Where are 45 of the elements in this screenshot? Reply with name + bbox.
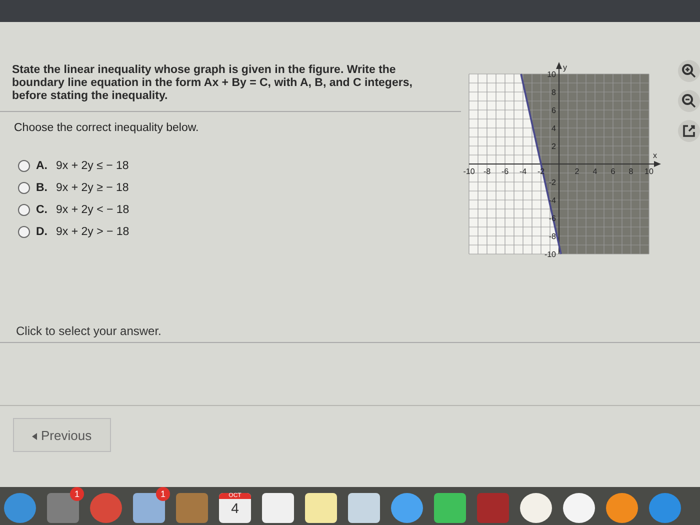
x-tick-label: -8 [483, 167, 491, 176]
option-text[interactable]: 9x + 2y ≤ − 18 [56, 160, 129, 172]
zoom-in-button[interactable] [678, 60, 700, 82]
zoom-out-button[interactable] [678, 90, 700, 112]
y-tick-label: -6 [548, 214, 556, 223]
radio-button[interactable] [18, 160, 30, 172]
option-letter: B. [36, 182, 48, 194]
open-external-button[interactable] [678, 120, 700, 142]
previous-button[interactable]: Previous [13, 418, 111, 452]
instruction-text: Choose the correct inequality below. [14, 122, 200, 134]
x-tick-label: 8 [628, 167, 634, 176]
x-axis-label: x [653, 151, 657, 160]
y-tick-label: 2 [552, 142, 556, 151]
y-tick-label: -4 [548, 196, 556, 205]
status-text: Click to select your answer. [16, 324, 162, 338]
y-tick-label: 8 [552, 88, 556, 97]
notification-badge: 1 [70, 487, 84, 501]
x-tick-label: 6 [610, 167, 616, 176]
option-letter: C. [36, 204, 48, 216]
x-tick-label: 4 [592, 167, 598, 176]
y-tick-label: -8 [548, 232, 556, 241]
question-text: State the linear inequality whose graph is given in the figure. Write the boundary line equation in the form Ax + By = C, with A, B, and C integers, before stating the inequality. [12, 64, 414, 103]
zoom-in-icon [681, 63, 697, 79]
x-tick-label: -4 [519, 167, 527, 176]
option-letter: A. [36, 160, 48, 172]
external-link-icon [681, 123, 697, 139]
y-tick-label: -2 [548, 178, 556, 187]
option-text[interactable]: 9x + 2y ≥ − 18 [56, 182, 129, 194]
x-tick-label: 2 [574, 167, 580, 176]
option-text[interactable]: 9x + 2y < − 18 [56, 204, 130, 216]
x-tick-label: -6 [501, 167, 509, 176]
zoom-out-icon [681, 93, 697, 109]
notification-badge: 1 [156, 487, 170, 501]
y-tick-label: 6 [552, 106, 556, 115]
radio-button[interactable] [18, 182, 30, 194]
option-text[interactable]: 9x + 2y > − 18 [56, 226, 130, 238]
x-tick-label: -10 [463, 167, 475, 176]
y-tick-label: -10 [544, 250, 556, 259]
radio-button[interactable] [18, 204, 30, 216]
caret-icon [32, 432, 38, 440]
option-letter: D. [36, 226, 48, 238]
x-tick-label: 10 [644, 167, 654, 176]
radio-button[interactable] [18, 226, 30, 238]
y-axis-label: y [563, 63, 567, 72]
y-tick-label: 4 [552, 124, 556, 133]
